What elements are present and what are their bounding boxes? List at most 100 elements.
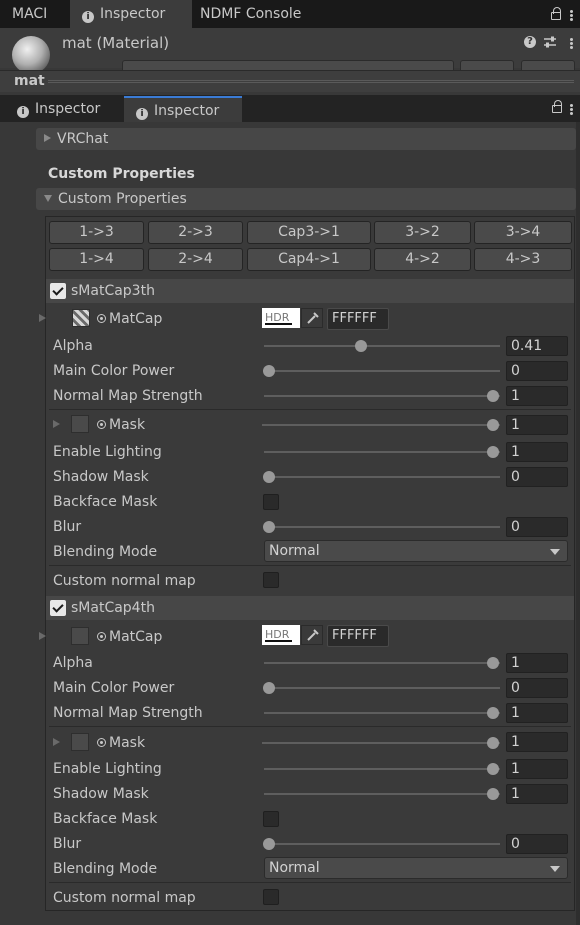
- matcap4-enable-lighting-knob[interactable]: [487, 763, 499, 775]
- matcap4-main-color-power-knob[interactable]: [263, 682, 275, 694]
- matcap3-custom-normal-map-checkbox[interactable]: [263, 572, 279, 588]
- matcap3-enable-lighting-knob[interactable]: [487, 446, 499, 458]
- tab-inspector[interactable]: i Inspector: [70, 0, 192, 28]
- matcap3-mask-expand-icon[interactable]: [53, 420, 60, 428]
- matcap3-alpha-track[interactable]: [264, 345, 500, 347]
- extra-button-fragment[interactable]: [521, 60, 575, 70]
- matcap4-blending-mode-dropdown[interactable]: Normal: [264, 857, 568, 879]
- matcap4-expand-icon[interactable]: [39, 632, 46, 640]
- matcap3-normal-map-strength-track[interactable]: [264, 395, 500, 397]
- matcap3-mask-track[interactable]: [262, 424, 500, 426]
- matcap4-enable-checkbox[interactable]: [50, 600, 66, 616]
- matcap4-mask-knob[interactable]: [487, 737, 499, 749]
- matcap4-alpha-field[interactable]: 1: [506, 653, 568, 673]
- object-picker-icon[interactable]: [97, 632, 106, 641]
- sliders-icon[interactable]: [543, 35, 557, 49]
- matcap4-blur-knob[interactable]: [263, 838, 275, 850]
- object-picker-icon[interactable]: [97, 738, 106, 747]
- matcap3-blur-track[interactable]: [264, 526, 500, 528]
- copy-3-to-2-button[interactable]: 3->2: [374, 221, 471, 244]
- matcap3-shadow-mask-field[interactable]: 0: [506, 467, 568, 487]
- copy-4-to-3-button[interactable]: 4->3: [474, 248, 572, 271]
- help-icon[interactable]: ?: [524, 36, 536, 48]
- copy-3-to-4-button[interactable]: 3->4: [474, 221, 572, 244]
- matcap4-shadow-mask-knob[interactable]: [487, 788, 499, 800]
- matcap3-mask-field[interactable]: 1: [506, 415, 568, 435]
- tab-inspector-1[interactable]: i Inspector: [5, 96, 112, 122]
- matcap4-mask-track[interactable]: [262, 742, 500, 744]
- matcap3-alpha-field[interactable]: 0.41: [506, 336, 568, 356]
- eyedropper-icon[interactable]: [301, 625, 323, 645]
- matcap3-main-color-power-knob[interactable]: [263, 365, 275, 377]
- matcap3-normal-map-strength-knob[interactable]: [487, 390, 499, 402]
- copy-2-to-3-button[interactable]: 2->3: [148, 221, 243, 244]
- matcap4-enable-lighting-label: Enable Lighting: [53, 761, 162, 777]
- matcap4-normal-map-strength-knob[interactable]: [487, 707, 499, 719]
- matcap4-mask-expand-icon[interactable]: [53, 738, 60, 746]
- matcap4-hex-field[interactable]: FFFFFF: [327, 625, 389, 647]
- object-picker-icon[interactable]: [97, 420, 106, 429]
- edit-button-fragment[interactable]: [460, 60, 514, 70]
- scrollbar[interactable]: [576, 122, 580, 925]
- matcap4-divider-2: [49, 882, 571, 883]
- object-picker-icon[interactable]: [97, 314, 106, 323]
- matcap4-backface-mask-checkbox[interactable]: [263, 811, 279, 827]
- tab-inspector-2[interactable]: i Inspector: [124, 96, 242, 122]
- matcap4-mask-field[interactable]: 1: [506, 732, 568, 752]
- matcap3-blending-mode-dropdown[interactable]: Normal: [264, 540, 568, 562]
- shader-dropdown-fragment[interactable]: [122, 60, 454, 70]
- matcap4-shadow-mask-field[interactable]: 1: [506, 784, 568, 804]
- tab-ndmf-console[interactable]: NDMF Console: [188, 0, 313, 28]
- matcap3-blur-knob[interactable]: [263, 521, 275, 533]
- matcap3-shadow-mask-track[interactable]: [264, 476, 500, 478]
- matcap4-normal-map-strength-field[interactable]: 1: [506, 703, 568, 723]
- matcap3-main-color-power-field[interactable]: 0: [506, 361, 568, 381]
- matcap4-mask-texture-slot[interactable]: [71, 733, 89, 751]
- kebab-menu-icon[interactable]: [570, 108, 573, 111]
- copy-2-to-4-button[interactable]: 2->4: [148, 248, 243, 271]
- matcap4-blur-field[interactable]: 0: [506, 834, 568, 854]
- eyedropper-icon[interactable]: [301, 308, 323, 328]
- matcap4-main-color-power-track[interactable]: [264, 687, 500, 689]
- matcap3-alpha-knob[interactable]: [355, 340, 367, 352]
- matcap3-hdr-color[interactable]: HDR: [262, 308, 300, 328]
- vrchat-foldout[interactable]: VRChat: [36, 128, 576, 150]
- matcap4-alpha-knob[interactable]: [487, 657, 499, 669]
- matcap4-alpha-track[interactable]: [264, 662, 500, 664]
- matcap3-expand-icon[interactable]: [39, 314, 46, 322]
- matcap3-normal-map-strength-field[interactable]: 1: [506, 386, 568, 406]
- matcap4-shadow-mask-track[interactable]: [264, 793, 500, 795]
- lock-icon[interactable]: [551, 7, 561, 20]
- matcap4-main-color-power-field[interactable]: 0: [506, 678, 568, 698]
- matcap3-main-color-power-track[interactable]: [264, 370, 500, 372]
- matcap4-backface-mask-label: Backface Mask: [53, 811, 158, 827]
- copy-cap3-to-1-button[interactable]: Cap3->1: [247, 221, 371, 244]
- copy-1-to-3-button[interactable]: 1->3: [49, 221, 144, 244]
- matcap4-normal-map-strength-track[interactable]: [264, 712, 500, 714]
- custom-properties-foldout[interactable]: Custom Properties: [36, 188, 576, 210]
- matcap3-enable-lighting-field[interactable]: 1: [506, 442, 568, 462]
- copy-4-to-2-button[interactable]: 4->2: [374, 248, 471, 271]
- matcap3-mask-texture-slot[interactable]: [71, 415, 89, 433]
- matcap3-enable-lighting-track[interactable]: [264, 451, 500, 453]
- material-name: mat (Material): [62, 34, 170, 52]
- matcap4-texture-slot[interactable]: [71, 627, 89, 645]
- header-menu-icon[interactable]: [570, 42, 573, 45]
- matcap3-enable-checkbox[interactable]: [50, 283, 66, 299]
- copy-1-to-4-button[interactable]: 1->4: [49, 248, 144, 271]
- matcap4-hdr-color[interactable]: HDR: [262, 625, 300, 645]
- matcap3-backface-mask-checkbox[interactable]: [263, 494, 279, 510]
- matcap3-hex-field[interactable]: FFFFFF: [327, 308, 389, 330]
- matcap4-enable-lighting-track[interactable]: [264, 768, 500, 770]
- tab-maci[interactable]: MACI: [0, 0, 59, 28]
- matcap3-texture-thumbnail[interactable]: [72, 309, 90, 327]
- matcap3-shadow-mask-knob[interactable]: [263, 471, 275, 483]
- matcap3-blur-field[interactable]: 0: [506, 517, 568, 537]
- kebab-menu-icon[interactable]: [570, 14, 573, 17]
- matcap4-custom-normal-map-checkbox[interactable]: [263, 889, 279, 905]
- matcap3-mask-knob[interactable]: [487, 419, 499, 431]
- lock-icon[interactable]: [552, 100, 562, 113]
- copy-cap4-to-1-button[interactable]: Cap4->1: [247, 248, 371, 271]
- matcap4-blur-track[interactable]: [264, 843, 500, 845]
- matcap4-enable-lighting-field[interactable]: 1: [506, 759, 568, 779]
